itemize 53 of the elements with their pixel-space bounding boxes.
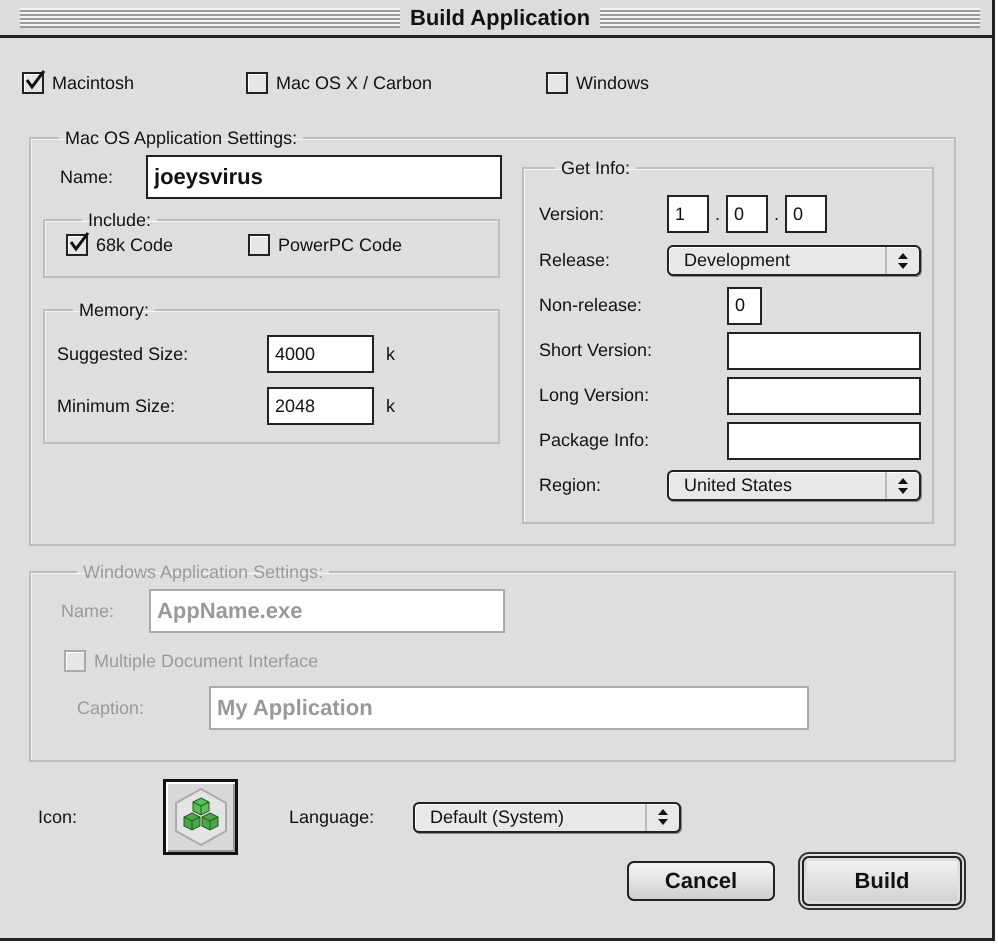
unit-label: k — [386, 396, 395, 416]
field-label: Suggested Size: — [57, 344, 190, 364]
field-label: Version: — [539, 204, 606, 224]
popup-menu[interactable]: United States — [667, 470, 921, 501]
input-field[interactable]: joeysvirus — [146, 155, 502, 199]
group-title: Get Info: — [560, 158, 632, 178]
checkbox-label: Mac OS X / Carbon — [276, 72, 432, 94]
popup-menu[interactable]: Development — [667, 245, 921, 276]
push-button[interactable]: Cancel — [627, 861, 775, 901]
group-title: Windows Application Settings: — [82, 562, 324, 582]
checkbox[interactable] — [22, 72, 44, 94]
input-field[interactable]: 0 — [785, 195, 827, 233]
input-field[interactable]: 1 — [667, 195, 709, 233]
checkbox[interactable] — [546, 72, 568, 94]
input-field[interactable] — [727, 376, 921, 414]
field-label: Non-release: — [539, 295, 644, 316]
checkbox-label: Macintosh — [52, 72, 134, 94]
input-field[interactable]: 4000 — [267, 335, 374, 373]
field-label: Region: — [539, 475, 602, 496]
field-label: Short Version: — [539, 340, 654, 361]
group-title: Memory: — [78, 300, 150, 320]
icon-button[interactable] — [163, 779, 238, 855]
field-label: Icon: — [37, 806, 78, 828]
field-label: Release: — [539, 250, 612, 271]
window-title: Build Application — [400, 6, 600, 30]
group-title: Include: — [87, 210, 152, 230]
checkbox[interactable] — [66, 234, 88, 256]
field-label: Language: — [289, 806, 376, 828]
popup-menu[interactable]: Default (System) — [413, 802, 681, 832]
field-label: Long Version: — [539, 385, 650, 406]
field-label: Name: — [61, 600, 116, 622]
checkbox[interactable] — [246, 72, 268, 94]
input-field[interactable]: 2048 — [267, 387, 374, 425]
input-field[interactable] — [727, 332, 921, 370]
input-field[interactable] — [727, 422, 921, 460]
up-down-arrows-icon — [897, 252, 909, 270]
field-label: Name: — [59, 166, 114, 188]
checkbox-label: Windows — [576, 72, 650, 94]
separator-dot: . — [714, 204, 721, 224]
group-title: Mac OS Application Settings: — [64, 128, 298, 148]
field-label: Package Info: — [539, 430, 650, 451]
up-down-arrows-icon — [897, 476, 909, 494]
field-label: Minimum Size: — [57, 396, 176, 416]
input-field[interactable]: 0 — [726, 195, 768, 233]
separator-dot: . — [772, 204, 780, 224]
up-down-arrows-icon — [657, 808, 669, 826]
field-label: Caption: — [76, 698, 146, 718]
checkbox-label: PowerPC Code — [278, 234, 402, 256]
checkbox-label: Multiple Document Interface — [94, 650, 318, 672]
checkbox[interactable] — [248, 234, 270, 256]
unit-label: k — [386, 344, 395, 364]
input-field[interactable]: 0 — [727, 286, 762, 324]
checkbox-label: 68k Code — [96, 234, 174, 256]
